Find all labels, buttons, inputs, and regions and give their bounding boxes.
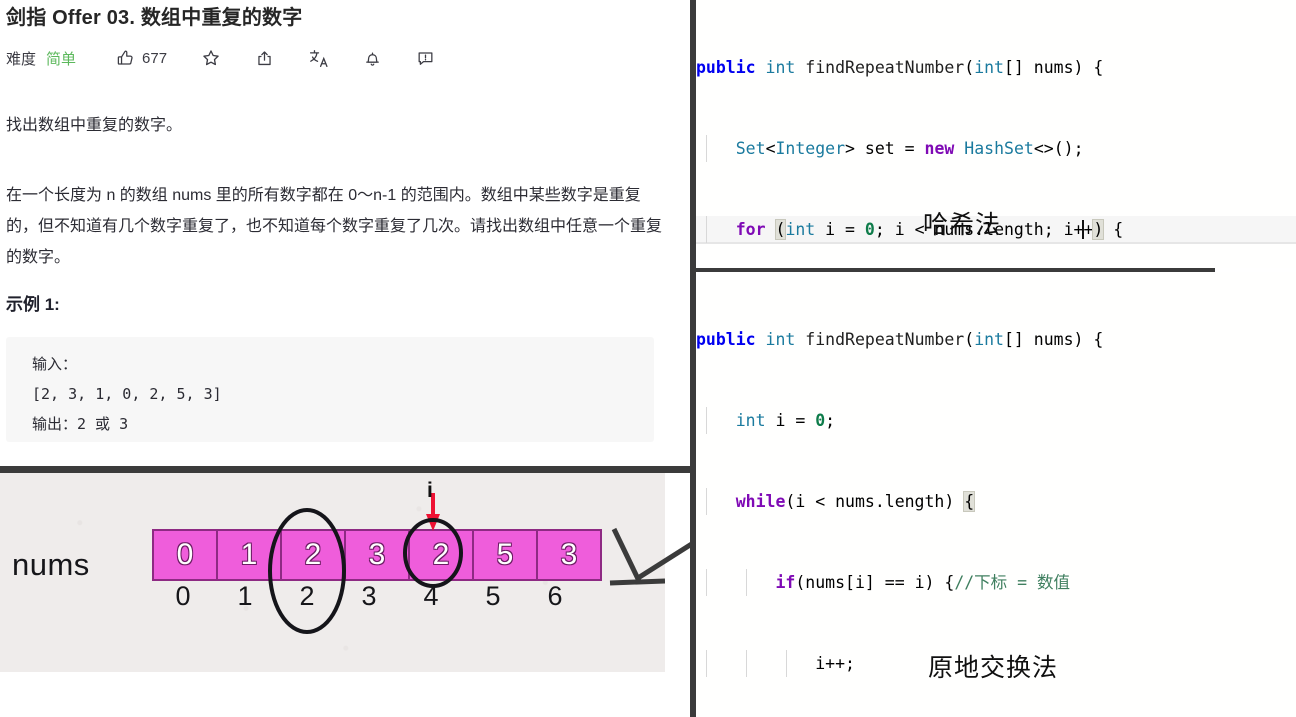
array-index: 2 xyxy=(299,581,315,611)
array-index: 6 xyxy=(547,581,563,611)
incoming-arrow-head xyxy=(609,527,665,586)
bell-icon xyxy=(363,49,382,68)
array-cell: 3 xyxy=(537,529,602,581)
code-line: int i = 0; xyxy=(696,407,1296,434)
array-cell: 0 xyxy=(152,529,217,581)
share-icon xyxy=(255,49,274,68)
array-index: 1 xyxy=(237,581,253,611)
panel-divider-horizontal-left xyxy=(0,466,690,473)
star-button[interactable] xyxy=(201,48,221,68)
array-cell: 1 xyxy=(217,529,281,581)
notification-button[interactable] xyxy=(363,49,382,68)
example-code-block: 输入： [2, 3, 1, 0, 2, 5, 3] 输出：2 或 3 xyxy=(6,337,654,442)
array-cells: 0 1 2 3 2 5 3 xyxy=(152,529,602,581)
feedback-icon xyxy=(416,49,435,68)
method-tag-hash: 哈希法 xyxy=(923,211,1002,239)
translate-button[interactable] xyxy=(308,48,329,69)
array-indices: 0 1 2 3 4 5 6 xyxy=(152,581,586,612)
example-heading: 示例 1: xyxy=(6,295,60,314)
array-index: 4 xyxy=(423,581,439,611)
code-editor-swap-method[interactable]: public int findRepeatNumber(int[] nums) … xyxy=(696,272,1296,717)
array-index: 0 xyxy=(175,581,191,611)
page-title: 剑指 Offer 03. 数组中重复的数字 xyxy=(6,7,303,29)
like-button[interactable]: 677 xyxy=(116,49,167,68)
thumbs-up-icon xyxy=(116,49,135,68)
problem-paragraph-2: 在一个长度为 n 的数组 nums 里的所有数字都在 0～n-1 的范围内。数组… xyxy=(6,187,663,266)
example-code-text: 输入： [2, 3, 1, 0, 2, 5, 3] 输出：2 或 3 xyxy=(32,355,222,433)
i-pointer-label: i xyxy=(427,479,433,502)
like-count: 677 xyxy=(142,49,168,67)
code-line: if(nums[i] == i) {//下标 = 数值 xyxy=(696,569,1296,596)
difficulty-label: 难度 xyxy=(6,50,37,68)
code-editor-hash-method[interactable]: public int findRepeatNumber(int[] nums) … xyxy=(696,0,1296,268)
array-cell: 2 xyxy=(409,529,473,581)
nums-label: nums xyxy=(12,547,90,582)
problem-paragraph-1: 找出数组中重复的数字。 xyxy=(6,117,183,134)
code-line: while(i < nums.length) { xyxy=(696,488,1296,515)
array-cell: 5 xyxy=(473,529,537,581)
array-cell: 3 xyxy=(345,529,409,581)
share-button[interactable] xyxy=(255,49,274,68)
problem-meta-row: 难度 简单 677 xyxy=(6,41,469,75)
array-diagram-image: nums 0 1 2 3 2 5 3 0 1 2 3 4 5 6 xyxy=(0,473,665,672)
method-tag-swap: 原地交换法 xyxy=(928,654,1059,682)
star-icon xyxy=(201,48,221,68)
screenshot-root: 剑指 Offer 03. 数组中重复的数字 难度 简单 677 找出数组中重复的… xyxy=(0,0,1296,717)
translate-icon xyxy=(308,48,329,69)
problem-panel: 剑指 Offer 03. 数组中重复的数字 难度 简单 677 找出数组中重复的… xyxy=(0,0,690,466)
code-line: Set<Integer> set = new HashSet<>(); xyxy=(696,135,1296,162)
array-index: 3 xyxy=(361,581,377,611)
array-index: 5 xyxy=(485,581,501,611)
array-cell: 2 xyxy=(281,529,345,581)
difficulty-value: 简单 xyxy=(46,50,77,68)
code-line: public int findRepeatNumber(int[] nums) … xyxy=(696,58,1104,77)
feedback-button[interactable] xyxy=(416,49,435,68)
code-line: public int findRepeatNumber(int[] nums) … xyxy=(696,330,1104,349)
